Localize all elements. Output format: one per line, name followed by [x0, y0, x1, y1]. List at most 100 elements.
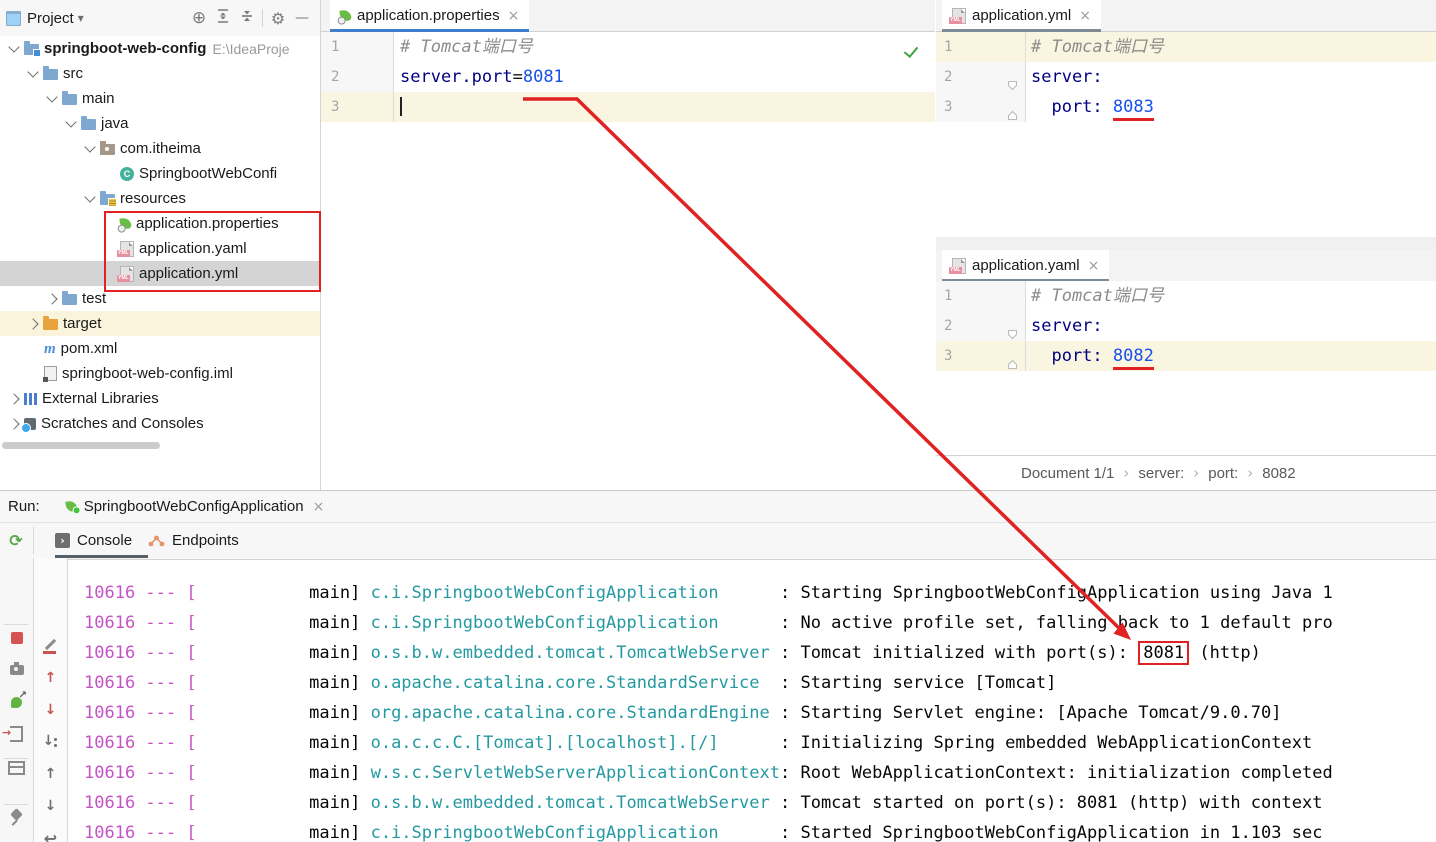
- tree-item-path: E:\IdeaProje: [212, 41, 289, 57]
- horizontal-scrollbar[interactable]: [2, 442, 160, 449]
- expand-all-icon[interactable]: [211, 6, 235, 30]
- tree-item-com-itheima[interactable]: com.itheima: [0, 136, 320, 161]
- rerun-icon[interactable]: ⟳: [4, 528, 28, 552]
- tree-item-springbootwebconfi[interactable]: CSpringbootWebConfi: [0, 161, 320, 186]
- chevron-icon[interactable]: [46, 293, 57, 304]
- console-output: 10616 --- [ main] c.i.SpringbootWebConfi…: [68, 558, 1436, 842]
- project-folder: [24, 44, 39, 55]
- tab-application-properties[interactable]: application.properties ×: [330, 0, 529, 31]
- tree-item-label: java: [101, 115, 129, 132]
- chevron-icon[interactable]: [8, 418, 19, 429]
- chevron-icon[interactable]: [27, 318, 38, 329]
- close-icon[interactable]: ×: [1079, 8, 1091, 24]
- chevron-icon[interactable]: [65, 116, 76, 127]
- settings-icon[interactable]: ⚙: [266, 6, 290, 30]
- annotation-box-port: 8081: [1138, 641, 1189, 665]
- project-panel-title[interactable]: Project: [27, 10, 74, 27]
- restore-layout-icon[interactable]: [5, 756, 29, 780]
- tab-console[interactable]: › Console: [55, 523, 132, 558]
- close-icon[interactable]: ×: [1088, 258, 1100, 274]
- right-editor-panel: application.yml × 1# Tomcat端口号2server:3 …: [936, 0, 1436, 490]
- project-tree: springboot-web-configE:\IdeaProjesrc main…: [0, 36, 320, 436]
- tree-item-application-yaml[interactable]: application.yaml: [0, 236, 320, 261]
- code-text: # Tomcat端口号: [1026, 32, 1164, 62]
- tree-item-springboot-web-config[interactable]: springboot-web-configE:\IdeaProje: [0, 36, 320, 61]
- hide-icon[interactable]: —: [290, 6, 314, 30]
- code-text: server:: [1026, 62, 1103, 92]
- breadcrumb-item[interactable]: Document 1/1: [1021, 465, 1114, 482]
- stop-icon[interactable]: [5, 626, 29, 650]
- close-icon[interactable]: ×: [508, 8, 520, 24]
- line-number: 1: [936, 281, 1026, 311]
- breadcrumb-item[interactable]: 8082: [1262, 465, 1295, 482]
- hide-icon: —: [295, 10, 309, 26]
- chevron-down-icon[interactable]: ▾: [78, 11, 84, 25]
- restart-debug-icon[interactable]: [5, 690, 29, 714]
- tree-item-label: Scratches and Consoles: [41, 415, 204, 432]
- spring-properties-icon: [339, 9, 351, 21]
- chevron-icon[interactable]: [46, 91, 57, 102]
- package: [100, 144, 115, 155]
- run-tab-label: SpringbootWebConfigApplication: [84, 498, 304, 515]
- tree-item-label: main: [82, 90, 115, 107]
- chevron-icon[interactable]: [84, 141, 95, 152]
- tree-item-target[interactable]: target: [0, 311, 320, 336]
- collapse-all-icon[interactable]: [235, 6, 259, 30]
- run-configuration-tab[interactable]: SpringbootWebConfigApplication ×: [58, 491, 340, 522]
- tree-item-src[interactable]: src: [0, 61, 320, 86]
- breadcrumb-item[interactable]: server:: [1138, 465, 1184, 482]
- prev-stacktrace-icon[interactable]: ↑: [39, 666, 63, 690]
- tree-item-springboot-web-config-iml[interactable]: springboot-web-config.iml: [0, 361, 320, 386]
- folder: [43, 69, 58, 80]
- pin-icon[interactable]: [5, 804, 29, 828]
- tab-application-yml[interactable]: application.yml ×: [942, 0, 1101, 31]
- down-icon[interactable]: ↓: [39, 794, 63, 818]
- chevron-icon[interactable]: [27, 66, 38, 77]
- fold-close-icon[interactable]: [1007, 351, 1018, 381]
- chevron-icon[interactable]: [8, 41, 19, 52]
- prev-stacktrace-icon: ↑: [45, 670, 57, 686]
- code-text: port: 8082: [1026, 341, 1154, 371]
- editor-tabbar-yml: application.yml ×: [936, 0, 1436, 32]
- chevron-icon[interactable]: [84, 191, 95, 202]
- tab-application-yaml[interactable]: application.yaml ×: [942, 250, 1109, 281]
- tree-item-label: pom.xml: [61, 340, 118, 357]
- locate-icon: ⊕: [192, 8, 206, 28]
- stacktrace-top-icon[interactable]: [39, 634, 63, 658]
- tab-endpoints[interactable]: Endpoints: [148, 523, 239, 558]
- tree-item-pom-xml[interactable]: mpom.xml: [0, 336, 320, 361]
- console-icon: ›: [55, 533, 70, 548]
- breadcrumb-item[interactable]: port:: [1208, 465, 1238, 482]
- tree-item-external-libraries[interactable]: External Libraries: [0, 386, 320, 411]
- endpoints-icon: [148, 534, 165, 548]
- close-icon[interactable]: ×: [313, 499, 325, 515]
- code-text: # Tomcat端口号: [394, 32, 533, 62]
- console-line: 10616 --- [ main] org.apache.catalina.co…: [84, 698, 1436, 728]
- fold-close-icon[interactable]: [1007, 102, 1018, 132]
- jump-bottom-icon[interactable]: ↓: [39, 730, 63, 754]
- breadcrumb-separator: ›: [1247, 464, 1253, 482]
- thread-dump-icon[interactable]: [5, 658, 29, 682]
- exit-icon[interactable]: [5, 722, 29, 746]
- line-number: 3: [321, 92, 394, 122]
- tree-item-application-properties[interactable]: application.properties: [0, 211, 320, 236]
- tree-item-application-yml[interactable]: application.yml: [0, 261, 320, 286]
- run-tool-window: Run: SpringbootWebConfigApplication × ⟳ …: [0, 490, 1436, 842]
- tree-item-java[interactable]: java: [0, 111, 320, 136]
- tree-item-label: resources: [120, 190, 186, 207]
- tree-item-main[interactable]: main: [0, 86, 320, 111]
- chevron-icon[interactable]: [8, 393, 19, 404]
- class: C: [120, 167, 134, 181]
- yml-file: [120, 266, 134, 282]
- soft-wrap-icon[interactable]: ↩: [39, 826, 63, 842]
- tree-item-scratches-and-consoles[interactable]: Scratches and Consoles: [0, 411, 320, 436]
- tree-item-label: application.yaml: [139, 240, 247, 257]
- up-icon[interactable]: ↑: [39, 762, 63, 786]
- line-number: 2: [936, 62, 1026, 92]
- tree-item-test[interactable]: test: [0, 286, 320, 311]
- next-stacktrace-icon[interactable]: ↓: [39, 698, 63, 722]
- locate-icon[interactable]: ⊕: [187, 6, 211, 30]
- tree-item-resources[interactable]: resources: [0, 186, 320, 211]
- editor-split-divider[interactable]: [936, 237, 1436, 250]
- tree-item-label: com.itheima: [120, 140, 201, 157]
